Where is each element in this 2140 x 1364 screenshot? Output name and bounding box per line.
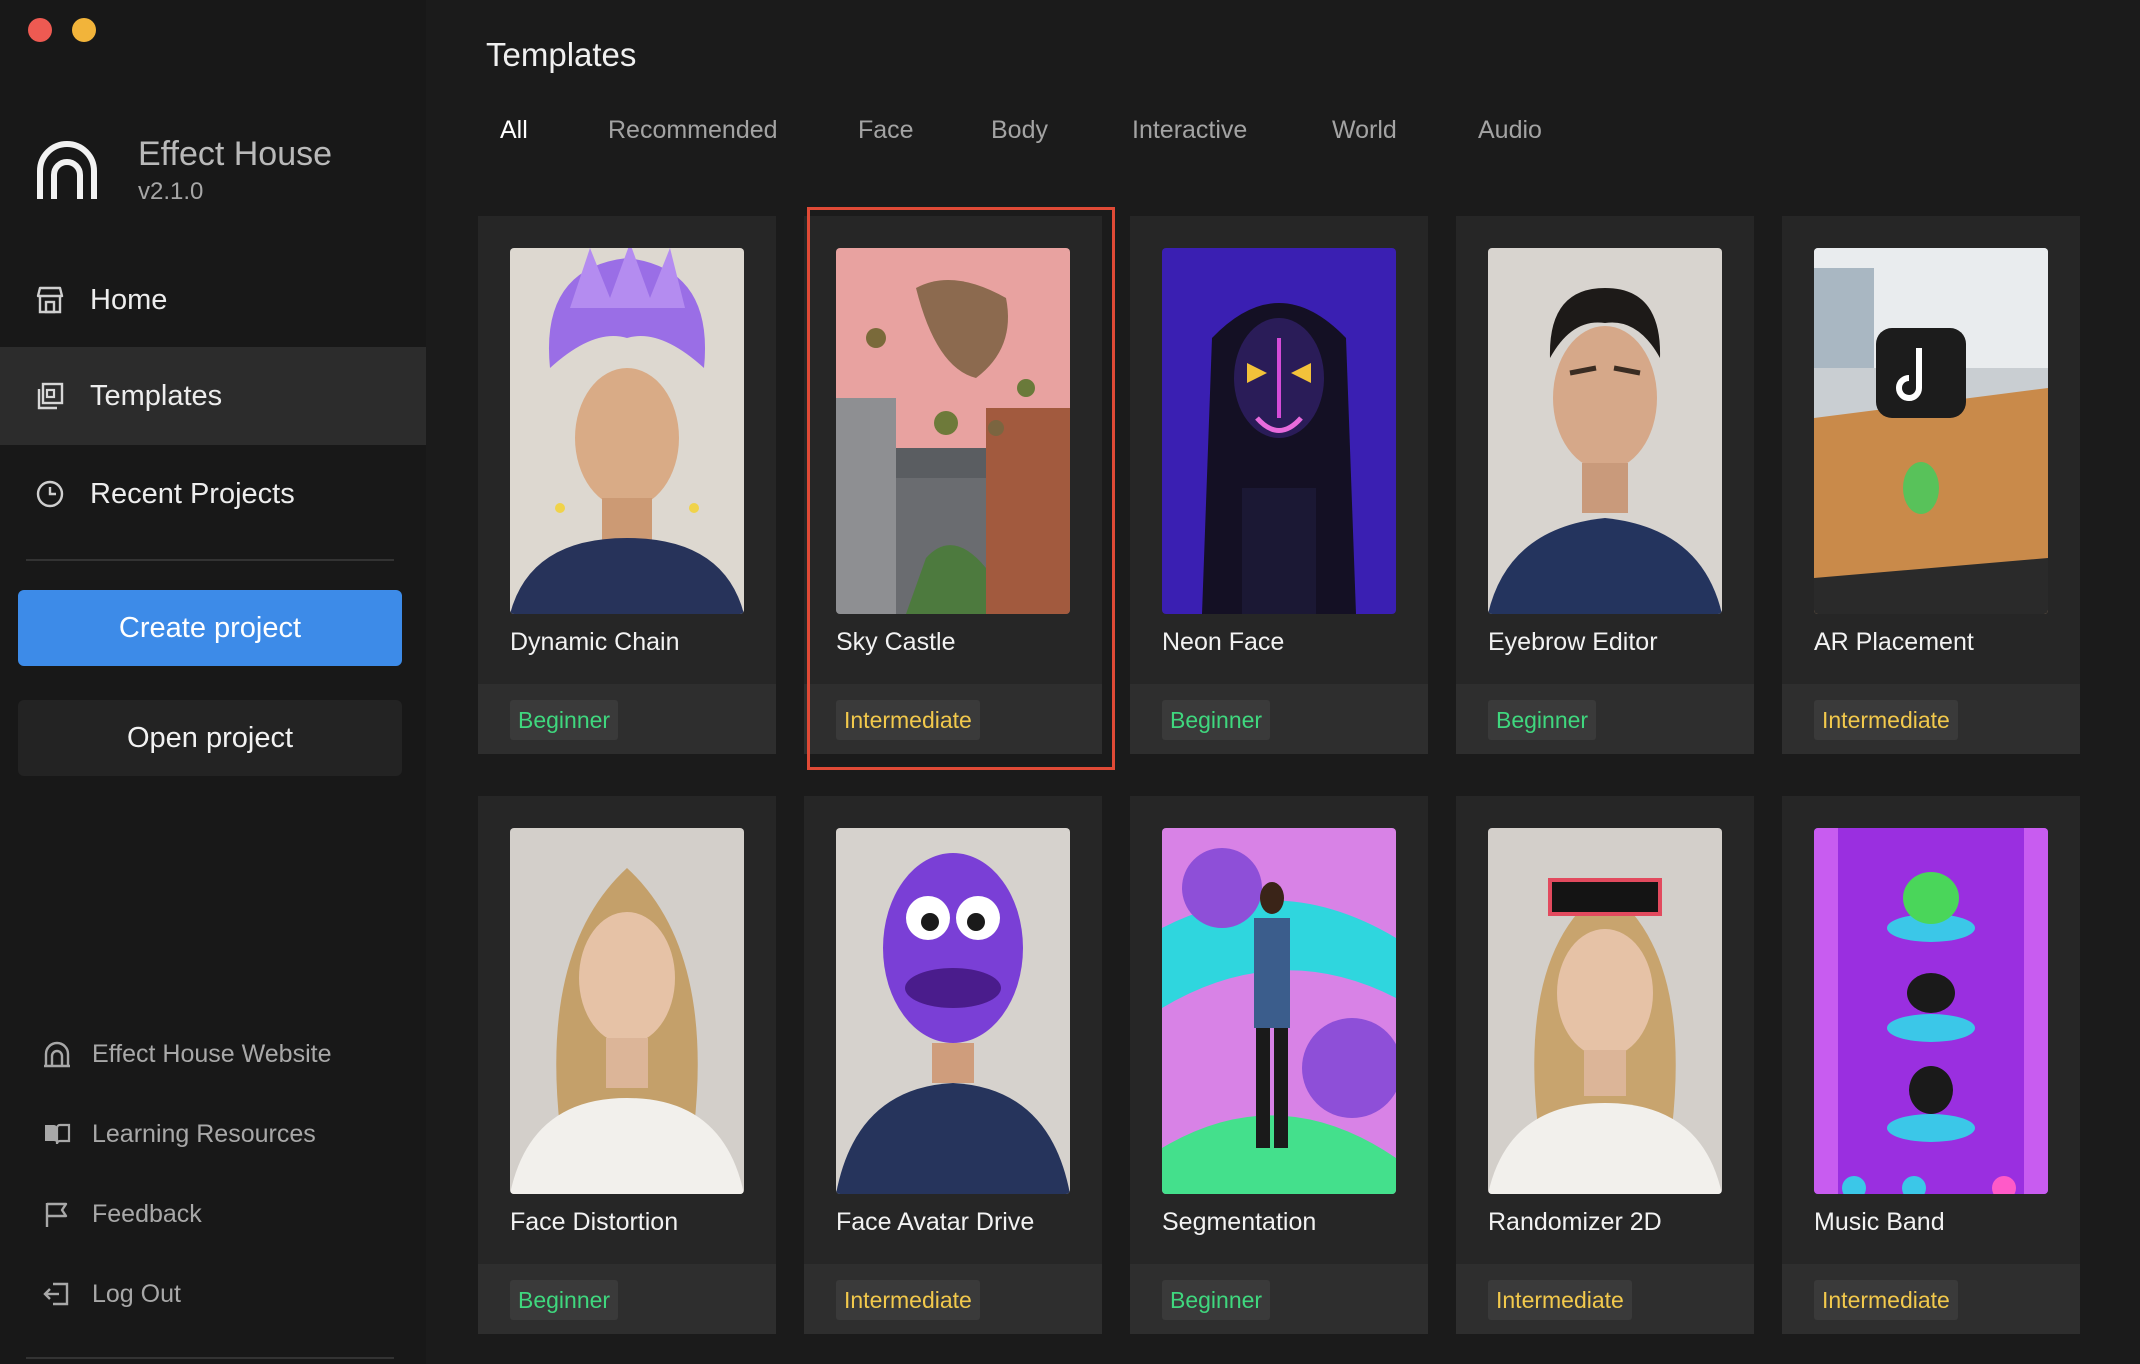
tab-recommended[interactable]: Recommended — [608, 116, 778, 145]
template-title: Dynamic Chain — [510, 628, 680, 656]
template-title: Sky Castle — [836, 628, 956, 656]
nav-label-home: Home — [90, 283, 168, 316]
footer-label-feedback: Feedback — [92, 1199, 202, 1228]
logout-icon — [43, 1282, 69, 1306]
nav-item-templates[interactable]: Templates — [0, 347, 426, 445]
nav-item-recent-projects[interactable]: Recent Projects — [0, 445, 426, 543]
template-thumbnail — [510, 828, 744, 1194]
tab-all[interactable]: All — [500, 116, 528, 145]
nav-item-home[interactable]: Home — [0, 251, 426, 349]
template-card-neon-face[interactable]: Neon Face Beginner — [1130, 216, 1428, 754]
app-name: Effect House — [138, 135, 333, 173]
template-card-face-distortion[interactable]: Face Distortion Beginner — [478, 796, 776, 1334]
footer-item-feedback[interactable]: Feedback — [42, 1192, 202, 1236]
template-thumbnail — [1814, 248, 2048, 614]
template-title: Music Band — [1814, 1208, 1945, 1236]
tab-world[interactable]: World — [1332, 116, 1397, 145]
template-title: Neon Face — [1162, 628, 1285, 656]
template-title: Segmentation — [1162, 1208, 1317, 1236]
template-thumbnail — [1162, 248, 1396, 614]
nav-label-recent-projects: Recent Projects — [90, 477, 295, 510]
tab-face[interactable]: Face — [858, 116, 914, 145]
window-minimize-button[interactable] — [72, 18, 96, 42]
difficulty-badge: Intermediate — [836, 700, 980, 740]
difficulty-badge: Intermediate — [836, 1280, 980, 1320]
book-icon — [45, 1123, 71, 1145]
footer-item-effect-house-website[interactable]: Effect House Website — [42, 1032, 331, 1076]
difficulty-badge: Beginner — [1488, 700, 1597, 740]
home-icon — [36, 286, 64, 314]
effect-house-logo-icon — [37, 141, 97, 199]
template-card-sky-castle[interactable]: Sky Castle Intermediate — [804, 216, 1102, 754]
footer-label-log-out: Log Out — [92, 1279, 181, 1308]
templates-panel: Templates All Recommended Face Body Inte… — [426, 0, 2140, 1364]
footer-item-log-out[interactable]: Log Out — [42, 1272, 181, 1316]
template-thumbnail — [1488, 248, 1722, 614]
template-card-music-band[interactable]: Music Band Intermediate — [1782, 796, 2080, 1334]
template-thumbnail — [510, 248, 744, 614]
difficulty-badge: Beginner — [1162, 700, 1271, 740]
footer-label-effect-house-website: Effect House Website — [92, 1039, 332, 1068]
template-card-segmentation[interactable]: Segmentation Beginner — [1130, 796, 1428, 1334]
difficulty-badge: Intermediate — [1488, 1280, 1632, 1320]
templates-icon — [37, 382, 64, 410]
template-card-dynamic-chain[interactable]: Dynamic Chain Beginner — [478, 216, 776, 754]
nav-label-templates: Templates — [90, 379, 223, 412]
template-card-face-avatar-drive[interactable]: Face Avatar Drive Intermediate — [804, 796, 1102, 1334]
sidebar-divider — [26, 559, 394, 561]
template-title: Eyebrow Editor — [1488, 628, 1658, 656]
footer-label-learning-resources: Learning Resources — [92, 1119, 316, 1148]
page-title: Templates — [486, 36, 637, 73]
clock-icon — [36, 480, 64, 508]
difficulty-badge: Intermediate — [1814, 700, 1958, 740]
template-thumbnail — [1162, 828, 1396, 1194]
window-close-button[interactable] — [28, 18, 52, 42]
template-thumbnail — [1814, 828, 2048, 1194]
create-project-button[interactable]: Create project — [18, 590, 402, 666]
template-card-randomizer-2d[interactable]: Randomizer 2D Intermediate — [1456, 796, 1754, 1334]
flag-icon — [45, 1202, 68, 1227]
difficulty-badge: Beginner — [510, 1280, 619, 1320]
tab-body[interactable]: Body — [991, 116, 1048, 145]
template-title: AR Placement — [1814, 628, 1974, 656]
template-title: Face Avatar Drive — [836, 1208, 1035, 1236]
difficulty-badge: Beginner — [1162, 1280, 1271, 1320]
brand: Effect House v2.1.0 — [34, 134, 332, 206]
template-card-eyebrow-editor[interactable]: Eyebrow Editor Beginner — [1456, 216, 1754, 754]
footer-item-learning-resources[interactable]: Learning Resources — [42, 1112, 316, 1156]
template-thumbnail — [836, 828, 1070, 1194]
difficulty-badge: Intermediate — [1814, 1280, 1958, 1320]
app-version: v2.1.0 — [138, 178, 204, 205]
template-title: Randomizer 2D — [1488, 1208, 1662, 1236]
website-icon — [44, 1041, 70, 1068]
sidebar: Effect House v2.1.0 Home Templates Recen… — [0, 0, 426, 1364]
template-thumbnail — [836, 248, 1070, 614]
tab-interactive[interactable]: Interactive — [1132, 116, 1247, 145]
template-title: Face Distortion — [510, 1208, 679, 1236]
difficulty-badge: Beginner — [510, 700, 619, 740]
template-card-ar-placement[interactable]: AR Placement Intermediate — [1782, 216, 2080, 754]
tab-audio[interactable]: Audio — [1478, 116, 1542, 145]
template-thumbnail — [1488, 828, 1722, 1194]
open-project-button[interactable]: Open project — [18, 700, 402, 776]
sidebar-bottom-divider — [26, 1357, 394, 1359]
